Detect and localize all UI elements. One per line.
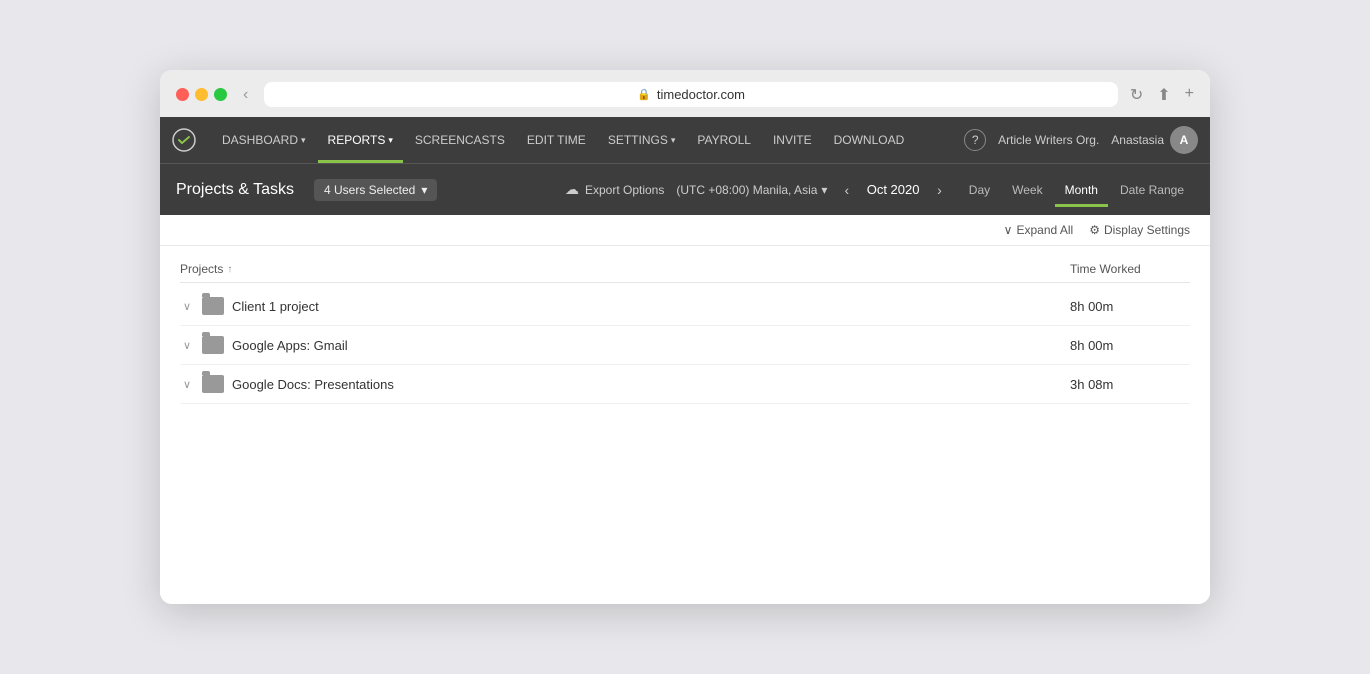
data-table: Projects ↑ Time Worked ∨ Client 1 projec… [160,246,1210,604]
user-menu[interactable]: Anastasia A [1111,126,1198,154]
avatar: A [1170,126,1198,154]
users-selected-label: 4 Users Selected [324,183,415,197]
nav-item-screencasts[interactable]: SCREENCASTS [405,117,515,163]
row-left-gdocs: ∨ Google Docs: Presentations [180,375,1070,393]
row-chevron-icon: ∨ [180,339,194,352]
nav-item-reports[interactable]: REPORTS ▾ [318,117,403,163]
main-content: ∨ Expand All ⚙ Display Settings Projects… [160,215,1210,604]
chevron-down-icon: ▾ [671,135,676,146]
share-icon[interactable]: ⬆ [1157,85,1170,105]
project-name: Client 1 project [232,299,319,314]
timezone-label: (UTC +08:00) Manila, Asia [676,183,817,197]
period-tabs: Day Week Month Date Range [959,179,1194,201]
browser-window: ‹ 🔒 timedoctor.com ↻ ⬆ + [160,70,1210,604]
nav-item-edit-time[interactable]: EDIT TIME [517,117,596,163]
browser-top-bar: ‹ 🔒 timedoctor.com ↻ ⬆ + [176,82,1194,107]
app-logo [172,128,196,152]
folder-icon [202,375,224,393]
top-navigation: DASHBOARD ▾ REPORTS ▾ SCREENCASTS EDIT T… [160,117,1210,163]
cloud-upload-icon: ☁ [565,181,579,198]
display-settings-label: Display Settings [1104,223,1190,237]
chevron-down-icon: ▾ [301,135,306,146]
nav-item-dashboard[interactable]: DASHBOARD ▾ [212,117,316,163]
time-worked-column-header: Time Worked [1070,262,1190,276]
nav-items: DASHBOARD ▾ REPORTS ▾ SCREENCASTS EDIT T… [212,117,964,163]
tab-week[interactable]: Week [1002,179,1052,201]
time-worked-value: 8h 00m [1070,338,1190,353]
maximize-button[interactable] [214,88,227,101]
help-button[interactable]: ? [964,129,986,151]
prev-date-button[interactable]: ‹ [839,180,854,200]
table-toolbar: ∨ Expand All ⚙ Display Settings [160,215,1210,246]
refresh-icon[interactable]: ↻ [1130,85,1143,105]
project-name: Google Docs: Presentations [232,377,394,392]
table-row[interactable]: ∨ Client 1 project 8h 00m [180,287,1190,326]
user-name: Anastasia [1111,133,1164,147]
project-name: Google Apps: Gmail [232,338,348,353]
export-options-button[interactable]: ☁ Export Options [565,181,664,198]
folder-icon [202,336,224,354]
browser-toolbar-right: ↻ ⬆ + [1130,85,1194,105]
lock-icon: 🔒 [637,88,651,101]
nav-item-settings[interactable]: SETTINGS ▾ [598,117,686,163]
projects-column-header: Projects ↑ [180,262,1070,276]
sort-arrow-icon[interactable]: ↑ [227,264,232,275]
time-worked-value: 3h 08m [1070,377,1190,392]
url-text: timedoctor.com [657,87,745,102]
nav-item-payroll[interactable]: PAYROLL [687,117,761,163]
current-date-label: Oct 2020 [858,182,928,197]
org-name: Article Writers Org. [998,133,1099,147]
chevron-down-icon: ▾ [421,183,427,197]
users-selected-button[interactable]: 4 Users Selected ▾ [314,179,437,201]
expand-icon: ∨ [1004,223,1013,237]
topnav-right: ? Article Writers Org. Anastasia A [964,126,1198,154]
table-header: Projects ↑ Time Worked [180,256,1190,283]
close-button[interactable] [176,88,189,101]
tab-month[interactable]: Month [1055,179,1108,201]
tab-day[interactable]: Day [959,179,1000,201]
nav-item-invite[interactable]: INVITE [763,117,822,163]
row-left-client1: ∨ Client 1 project [180,297,1070,315]
empty-area [180,404,1190,584]
table-row[interactable]: ∨ Google Apps: Gmail 8h 00m [180,326,1190,365]
time-worked-value: 8h 00m [1070,299,1190,314]
export-label: Export Options [585,183,664,197]
display-settings-button[interactable]: ⚙ Display Settings [1089,223,1190,237]
traffic-lights [176,88,227,101]
date-navigation: ‹ Oct 2020 › [839,180,946,200]
subheader: Projects & Tasks 4 Users Selected ▾ ☁ Ex… [160,163,1210,215]
chevron-down-icon: ▾ [821,183,827,197]
table-row[interactable]: ∨ Google Docs: Presentations 3h 08m [180,365,1190,404]
page-title: Projects & Tasks [176,181,294,199]
browser-chrome: ‹ 🔒 timedoctor.com ↻ ⬆ + [160,70,1210,117]
tab-date-range[interactable]: Date Range [1110,179,1194,201]
nav-item-download[interactable]: DOWNLOAD [824,117,915,163]
gear-icon: ⚙ [1089,223,1100,237]
row-chevron-icon: ∨ [180,378,194,391]
row-left-gmail: ∨ Google Apps: Gmail [180,336,1070,354]
new-tab-icon[interactable]: + [1185,85,1194,105]
back-button[interactable]: ‹ [239,84,252,106]
expand-all-button[interactable]: ∨ Expand All [1004,223,1074,237]
minimize-button[interactable] [195,88,208,101]
address-bar[interactable]: 🔒 timedoctor.com [264,82,1118,107]
expand-all-label: Expand All [1016,223,1073,237]
timezone-selector[interactable]: (UTC +08:00) Manila, Asia ▾ [676,183,827,197]
folder-icon [202,297,224,315]
app-container: DASHBOARD ▾ REPORTS ▾ SCREENCASTS EDIT T… [160,117,1210,604]
chevron-down-icon: ▾ [388,135,393,146]
next-date-button[interactable]: › [932,180,947,200]
row-chevron-icon: ∨ [180,300,194,313]
